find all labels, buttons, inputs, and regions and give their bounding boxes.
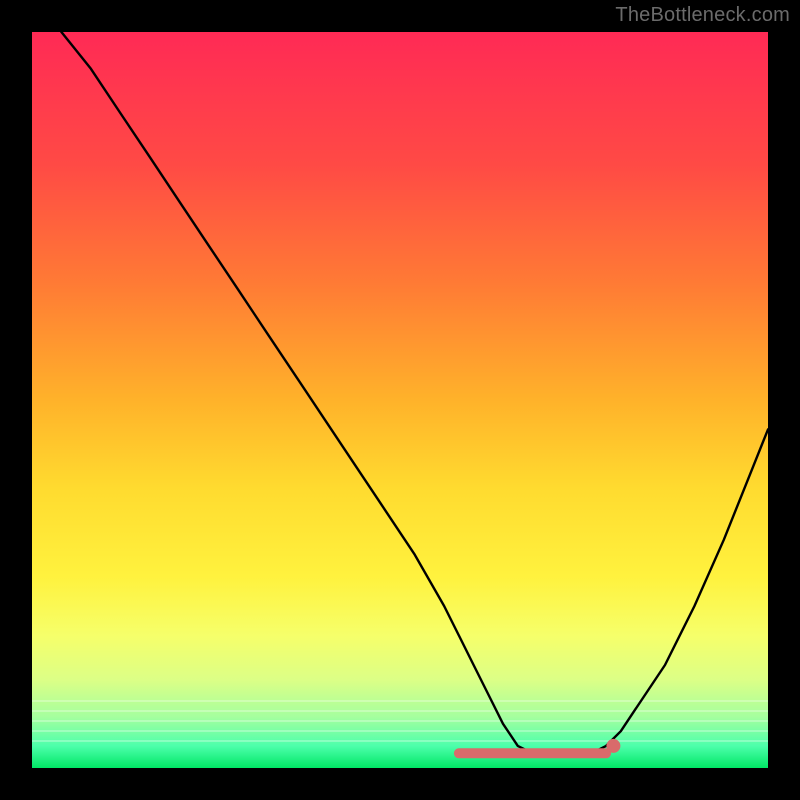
valley-dot — [606, 739, 620, 753]
watermark-text: TheBottleneck.com — [615, 4, 790, 27]
plot-gradient — [32, 32, 768, 768]
chart-stage: TheBottleneck.com — [0, 0, 800, 800]
bottleneck-chart — [0, 0, 800, 800]
